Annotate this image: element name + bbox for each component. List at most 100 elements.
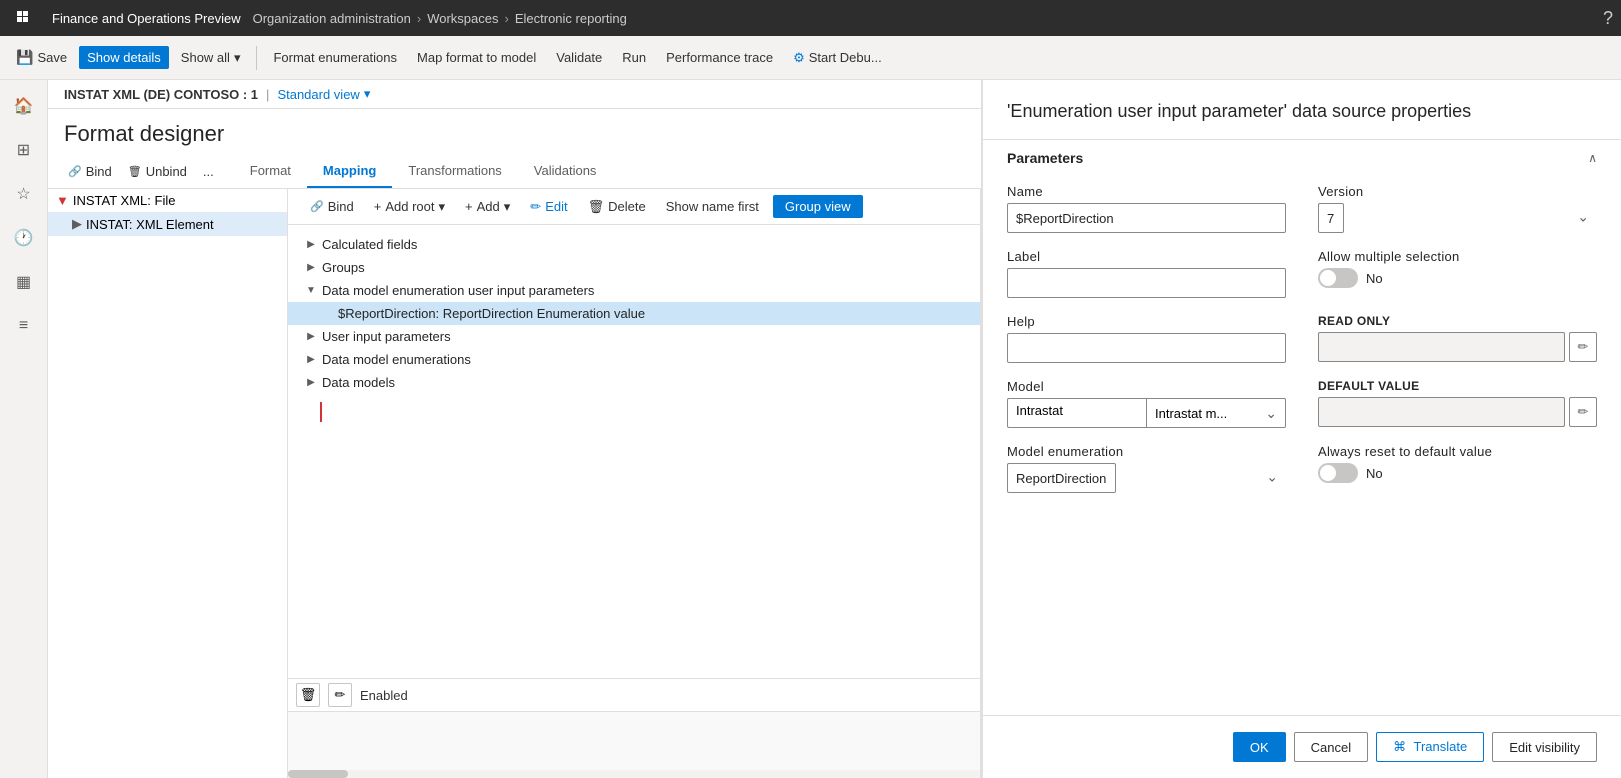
cursor-line bbox=[320, 402, 322, 422]
read-only-field: READ ONLY ✏ bbox=[1318, 314, 1597, 363]
add-root-button[interactable]: + Add root ▾ bbox=[368, 196, 451, 218]
tree-item-data-model-enumerations[interactable]: ▶ Data model enumerations bbox=[288, 348, 980, 371]
save-button[interactable]: 💾 Save bbox=[8, 45, 75, 70]
delete-button[interactable]: 🗑 Delete bbox=[582, 196, 652, 218]
parameters-collapse-icon[interactable]: ∧ bbox=[1588, 151, 1597, 165]
version-select[interactable]: 7654 bbox=[1318, 203, 1344, 233]
show-all-button[interactable]: Show all ▾ bbox=[173, 46, 249, 70]
allow-multiple-selection-toggle-row: No bbox=[1318, 268, 1597, 288]
model-enumeration-select[interactable]: ReportDirection bbox=[1007, 463, 1116, 493]
model-select-part[interactable]: Intrastat m... bbox=[1147, 399, 1285, 427]
expand-icon-groups[interactable]: ▶ bbox=[304, 261, 318, 275]
mapping-tree: ▶ Calculated fields ▶ Groups ▼ Data mode… bbox=[288, 225, 980, 678]
chevron-down-icon-2: ▾ bbox=[504, 199, 511, 215]
expand-icon-data-model-enum[interactable]: ▼ bbox=[304, 284, 318, 298]
scroll-bar[interactable] bbox=[288, 770, 980, 778]
tab-format[interactable]: Format bbox=[234, 155, 307, 188]
sidebar-star-icon[interactable]: ☆ bbox=[6, 176, 42, 212]
expand-icon-data-model-enums[interactable]: ▶ bbox=[304, 353, 318, 367]
pane-container: ▼ INSTAT XML: File ▶ INSTAT: XML Element… bbox=[48, 189, 981, 778]
bottom-delete-button[interactable]: 🗑 bbox=[296, 683, 320, 707]
always-reset-toggle[interactable] bbox=[1318, 463, 1358, 483]
parameters-form: Name Version 7654 Label bbox=[983, 176, 1621, 513]
tree-item-report-direction[interactable]: $ReportDirection: ReportDirection Enumer… bbox=[288, 302, 980, 325]
standard-view-dropdown[interactable]: Standard view ▾ bbox=[277, 86, 370, 102]
performance-trace-button[interactable]: Performance trace bbox=[658, 46, 781, 69]
validate-button[interactable]: Validate bbox=[548, 46, 610, 69]
add-button[interactable]: + Add ▾ bbox=[459, 196, 516, 218]
default-value-edit-button[interactable]: ✏ bbox=[1569, 397, 1597, 427]
main-area: 🏠 ⊞ ☆ 🕐 ▦ ≡ INSTAT XML (DE) CONTOSO : 1 … bbox=[0, 80, 1621, 778]
default-value-field: DEFAULT VALUE ✏ bbox=[1318, 379, 1597, 428]
page-title: Format designer bbox=[48, 109, 981, 155]
ok-button[interactable]: OK bbox=[1233, 732, 1286, 762]
format-enumerations-button[interactable]: Format enumerations bbox=[265, 46, 405, 69]
expand-icon-report-direction[interactable] bbox=[320, 307, 334, 321]
group-view-button[interactable]: Group view bbox=[773, 195, 863, 218]
allow-multiple-selection-label: Allow multiple selection bbox=[1318, 249, 1597, 264]
version-field: Version 7654 bbox=[1318, 184, 1597, 233]
breadcrumb-workspaces[interactable]: Workspaces bbox=[427, 11, 498, 26]
help-icon[interactable]: ? bbox=[1603, 8, 1613, 29]
format-tree-item-label: INSTAT: XML Element bbox=[86, 217, 214, 232]
allow-multiple-selection-toggle[interactable] bbox=[1318, 268, 1358, 288]
read-only-input bbox=[1318, 332, 1565, 362]
more-action-button[interactable]: ... bbox=[199, 162, 218, 181]
right-panel-footer: OK Cancel ⌘ Translate Edit visibility bbox=[983, 715, 1621, 778]
edit-button[interactable]: ✏ Edit bbox=[524, 196, 573, 218]
default-value-input-group: ✏ bbox=[1318, 397, 1597, 427]
breadcrumb-org-admin[interactable]: Organization administration bbox=[253, 11, 411, 26]
expand-icon-user-input[interactable]: ▶ bbox=[304, 330, 318, 344]
map-format-to-model-button[interactable]: Map format to model bbox=[409, 46, 544, 69]
grid-menu-icon[interactable] bbox=[8, 0, 40, 36]
main-toolbar: 💾 Save Show details Show all ▾ Format en… bbox=[0, 36, 1621, 80]
start-debug-button[interactable]: ⚙ Start Debu... bbox=[785, 46, 890, 70]
model-value-part: Intrastat bbox=[1008, 399, 1146, 427]
breadcrumb-electronic-reporting[interactable]: Electronic reporting bbox=[515, 11, 627, 26]
translate-icon: ⌘ bbox=[1393, 739, 1406, 754]
name-label: Name bbox=[1007, 184, 1286, 199]
tree-item-data-models[interactable]: ▶ Data models bbox=[288, 371, 980, 394]
help-input[interactable] bbox=[1007, 333, 1286, 363]
parameters-section-header[interactable]: Parameters ∧ bbox=[983, 140, 1621, 176]
translate-button[interactable]: ⌘ Translate bbox=[1376, 732, 1484, 762]
expand-icon-calculated[interactable]: ▶ bbox=[304, 238, 318, 252]
tree-item-calculated-fields[interactable]: ▶ Calculated fields bbox=[288, 233, 980, 256]
arrow-right-icon: ▶ bbox=[72, 216, 82, 232]
label-label: Label bbox=[1007, 249, 1286, 264]
format-tree-item-instat-element[interactable]: ▶ INSTAT: XML Element bbox=[48, 212, 287, 236]
tab-validations[interactable]: Validations bbox=[518, 155, 613, 188]
chevron-down-icon: ▾ bbox=[438, 199, 445, 215]
format-tree-item-instat-file[interactable]: ▼ INSTAT XML: File bbox=[48, 189, 287, 212]
tree-item-data-model-enum[interactable]: ▼ Data model enumeration user input para… bbox=[288, 279, 980, 302]
run-button[interactable]: Run bbox=[614, 46, 654, 69]
label-input[interactable] bbox=[1007, 268, 1286, 298]
tab-action-buttons: 🔗 Bind 🗑 Unbind ... bbox=[64, 162, 218, 181]
sidebar-list-icon[interactable]: ≡ bbox=[6, 308, 42, 344]
read-only-edit-button[interactable]: ✏ bbox=[1569, 332, 1597, 362]
tabs-row: 🔗 Bind 🗑 Unbind ... Format Mapping bbox=[48, 155, 981, 189]
name-input[interactable] bbox=[1007, 203, 1286, 233]
sidebar-grid-icon[interactable]: ▦ bbox=[6, 264, 42, 300]
scroll-thumb[interactable] bbox=[288, 770, 348, 778]
edit-icon-bottom: ✏ bbox=[335, 687, 346, 703]
always-reset-toggle-row: No bbox=[1318, 463, 1597, 483]
bottom-edit-button[interactable]: ✏ bbox=[328, 683, 352, 707]
mapping-bind-button[interactable]: 🔗 Bind bbox=[304, 196, 360, 217]
unbind-action-button[interactable]: 🗑 Unbind bbox=[124, 162, 191, 181]
tree-item-groups[interactable]: ▶ Groups bbox=[288, 256, 980, 279]
show-details-button[interactable]: Show details bbox=[79, 46, 169, 69]
model-enumeration-field: Model enumeration ReportDirection bbox=[1007, 444, 1286, 493]
edit-visibility-button[interactable]: Edit visibility bbox=[1492, 732, 1597, 762]
tab-transformations[interactable]: Transformations bbox=[392, 155, 517, 188]
sidebar-clock-icon[interactable]: 🕐 bbox=[6, 220, 42, 256]
expand-icon-data-models[interactable]: ▶ bbox=[304, 376, 318, 390]
tree-item-user-input-params[interactable]: ▶ User input parameters bbox=[288, 325, 980, 348]
bind-action-button[interactable]: 🔗 Bind bbox=[64, 162, 116, 181]
sidebar-filter-icon[interactable]: ⊞ bbox=[6, 132, 42, 168]
cancel-button[interactable]: Cancel bbox=[1294, 732, 1368, 762]
show-name-first-button[interactable]: Show name first bbox=[660, 196, 765, 217]
model-label: Model bbox=[1007, 379, 1286, 394]
tab-mapping[interactable]: Mapping bbox=[307, 155, 392, 188]
sidebar-home-icon[interactable]: 🏠 bbox=[6, 88, 42, 124]
